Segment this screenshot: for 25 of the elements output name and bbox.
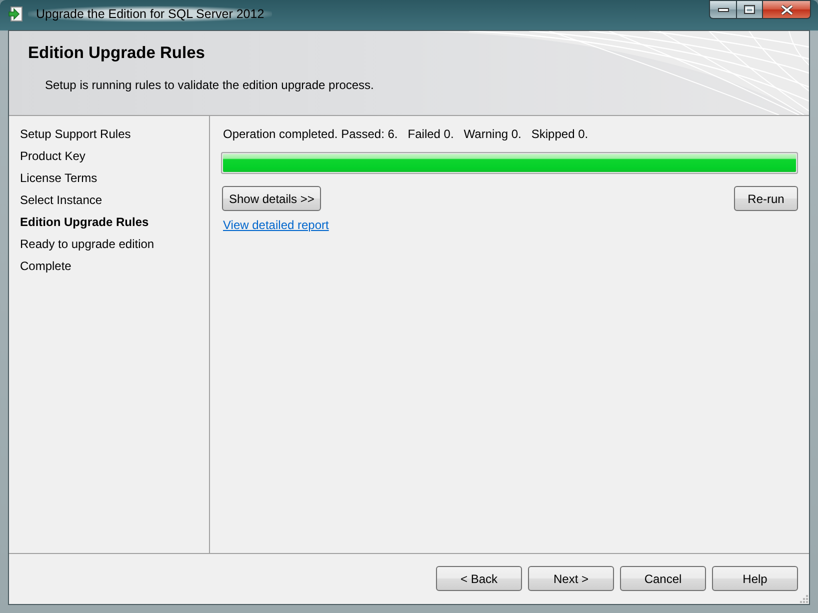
close-button[interactable]	[762, 0, 811, 19]
minimize-button[interactable]	[709, 0, 736, 19]
wizard-step[interactable]: Setup Support Rules	[20, 123, 209, 145]
status-text: Operation completed. Passed: 6. Failed 0. Warning 0. Skipped 0.	[223, 126, 588, 143]
next-button[interactable]: Next >	[528, 566, 614, 591]
cancel-button[interactable]: Cancel	[620, 566, 706, 591]
wizard-step[interactable]: Product Key	[20, 145, 209, 167]
close-icon	[780, 4, 792, 14]
wizard-step[interactable]: Ready to upgrade edition	[20, 233, 209, 255]
wizard-step[interactable]: License Terms	[20, 167, 209, 189]
page-title: Edition Upgrade Rules	[28, 43, 205, 64]
minimize-icon	[718, 8, 728, 12]
back-button[interactable]: < Back	[436, 566, 522, 591]
resize-grip-icon	[799, 594, 808, 603]
maximize-icon	[744, 5, 755, 14]
show-details-button[interactable]: Show details >>	[222, 186, 322, 211]
report-link[interactable]: View detailed report	[223, 217, 329, 233]
wizard-step[interactable]: Complete	[20, 255, 209, 277]
wizard-step[interactable]: Edition Upgrade Rules	[20, 211, 209, 233]
maximize-button[interactable]	[736, 0, 762, 19]
rerun-button[interactable]: Re-run	[734, 186, 798, 211]
wizard-step[interactable]: Select Instance	[20, 189, 209, 211]
window-title: Upgrade the Edition for SQL Server 2012	[28, 6, 272, 22]
help-button[interactable]: Help	[712, 566, 798, 591]
page-description: Setup is running rules to validate the edition upgrade process.	[45, 77, 374, 93]
